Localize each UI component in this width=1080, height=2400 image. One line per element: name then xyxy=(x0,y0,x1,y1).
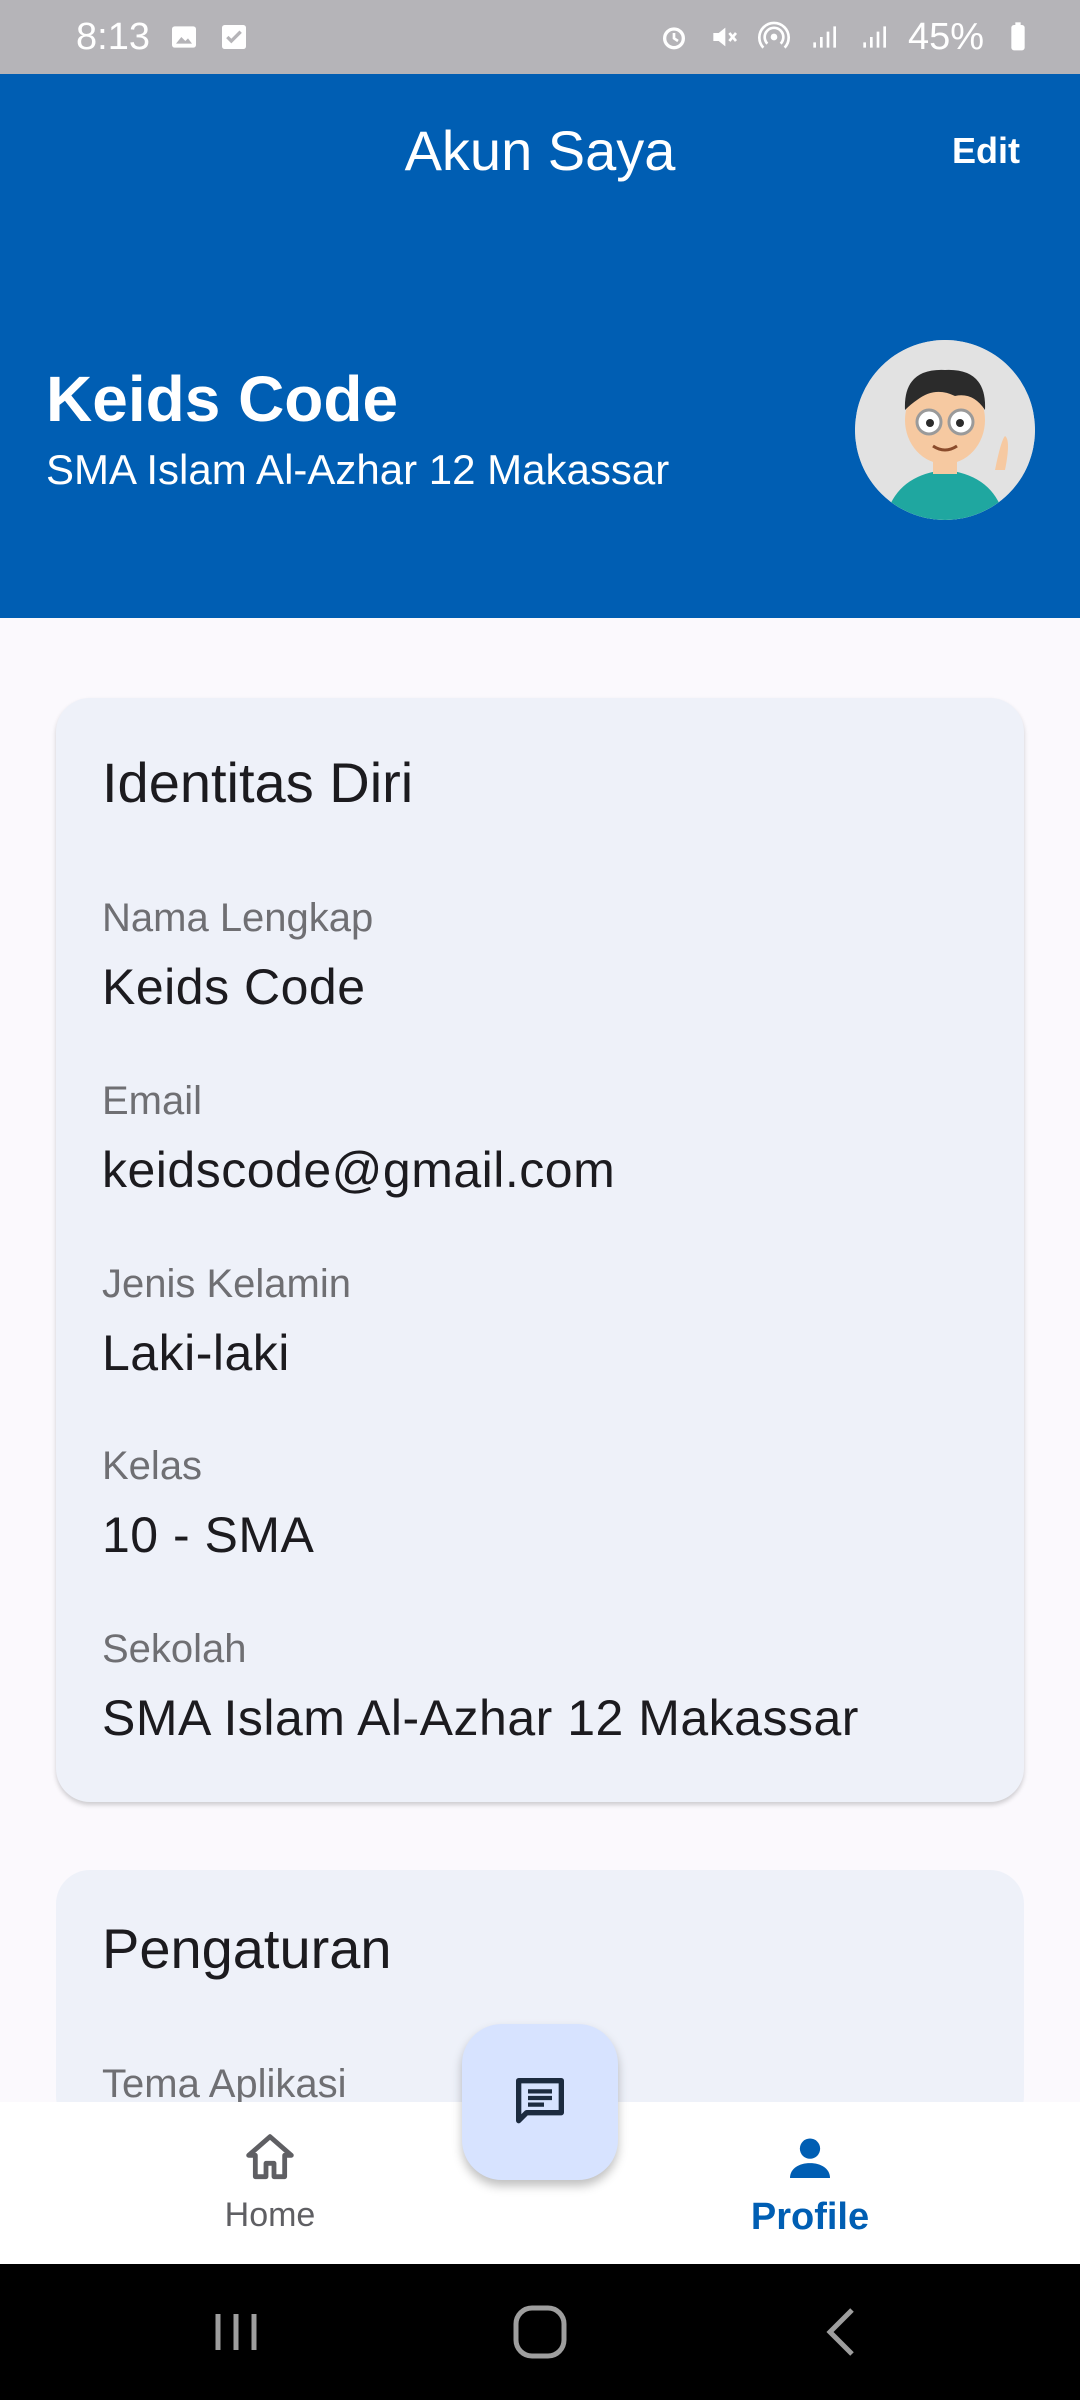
settings-title: Pengaturan xyxy=(102,1917,392,1980)
field-label-full-name: Nama Lengkap xyxy=(102,896,374,940)
field-label-school: Sekolah xyxy=(102,1627,247,1671)
battery-icon xyxy=(1002,21,1034,53)
nav-item-profile[interactable]: Profile xyxy=(660,2102,960,2264)
nav-label-home: Home xyxy=(224,2196,316,2234)
home-icon xyxy=(246,2134,294,2180)
field-label-email: Email xyxy=(102,1079,203,1123)
profile-header: Akun Saya Edit Keids Code SMA Islam Al-A… xyxy=(0,74,1080,618)
edit-button[interactable]: Edit xyxy=(952,130,1020,172)
mute-icon xyxy=(708,21,740,53)
system-navigation-bar xyxy=(0,2264,1080,2400)
field-value-full-name: Keids Code xyxy=(102,959,366,1015)
identity-card: Identitas Diri Nama Lengkap Keids Code E… xyxy=(56,698,1024,1802)
identity-title: Identitas Diri xyxy=(102,751,414,814)
person-icon xyxy=(790,2138,830,2178)
status-time: 8:13 xyxy=(76,15,150,58)
back-icon[interactable] xyxy=(812,2302,872,2362)
alarm-icon xyxy=(658,21,690,53)
signal-icon xyxy=(808,21,840,53)
profile-name: Keids Code xyxy=(46,363,399,435)
field-value-gender: Laki-laki xyxy=(102,1325,290,1381)
settings-item-app-theme[interactable]: Tema Aplikasi xyxy=(102,2062,347,2107)
recent-apps-icon[interactable] xyxy=(206,2302,266,2362)
field-value-class: 10 - SMA xyxy=(102,1507,315,1563)
nav-item-home[interactable]: Home xyxy=(120,2102,420,2264)
field-label-gender: Jenis Kelamin xyxy=(102,1262,352,1306)
signal-icon xyxy=(858,21,890,53)
chat-fab-button[interactable] xyxy=(462,2024,618,2180)
hotspot-icon xyxy=(757,21,790,53)
field-label-class: Kelas xyxy=(102,1444,203,1488)
battery-percent: 45% xyxy=(907,15,984,58)
checkbox-icon xyxy=(218,21,250,53)
status-bar: 8:13 45% xyxy=(0,0,1080,74)
chat-icon xyxy=(516,2078,564,2124)
field-value-email: keidscode@gmail.com xyxy=(102,1142,616,1198)
field-value-school: SMA Islam Al-Azhar 12 Makassar xyxy=(102,1690,859,1746)
home-system-icon[interactable] xyxy=(510,2302,570,2362)
gallery-icon xyxy=(168,21,200,53)
page-title: Akun Saya xyxy=(404,119,676,182)
profile-school: SMA Islam Al-Azhar 12 Makassar xyxy=(46,446,670,493)
nav-label-profile: Profile xyxy=(750,2196,870,2238)
avatar[interactable] xyxy=(855,340,1035,520)
